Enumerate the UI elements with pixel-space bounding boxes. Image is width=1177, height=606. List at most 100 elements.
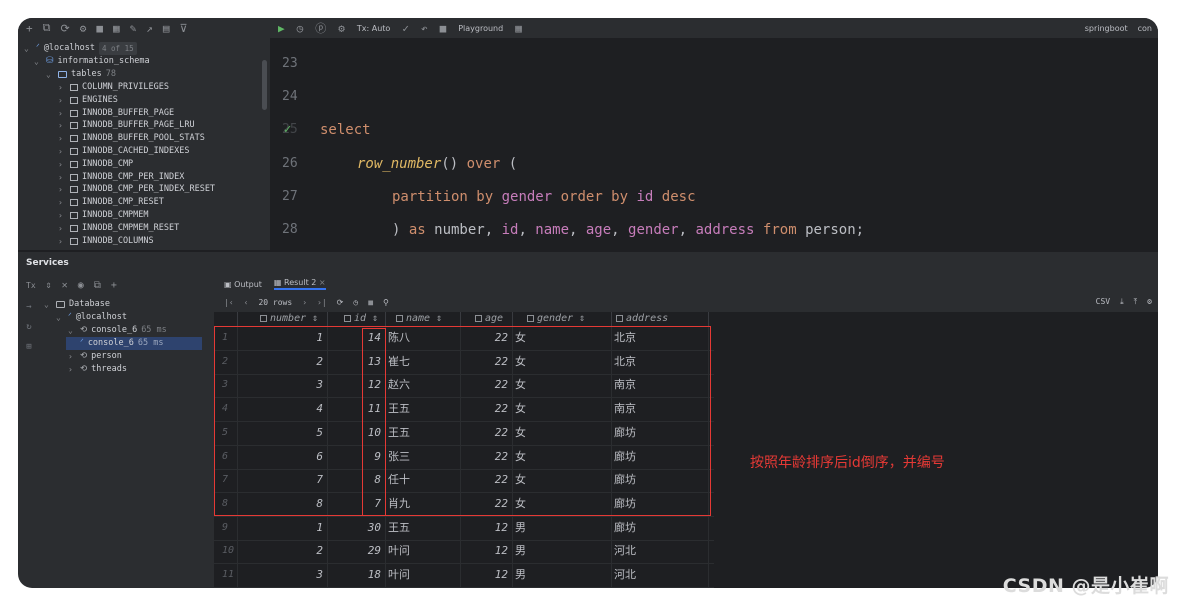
header-gender[interactable]: gender ⇕ bbox=[513, 312, 612, 326]
jump-icon[interactable]: ↗ bbox=[146, 22, 153, 35]
panel-divider[interactable] bbox=[18, 250, 1158, 252]
svc-node-database[interactable]: ⌄ Database bbox=[44, 298, 110, 311]
cell-gender[interactable]: 女 bbox=[513, 349, 612, 374]
tab-output[interactable]: ▣ Output bbox=[224, 280, 262, 289]
refresh-icon[interactable]: ⟳ bbox=[60, 22, 69, 35]
result-grid[interactable]: number ⇕ id ⇕ name ⇕ age gender ⇕ addres… bbox=[214, 312, 1158, 588]
cell-name[interactable]: 叶问 bbox=[386, 539, 461, 564]
chevron-right-icon[interactable]: › bbox=[68, 350, 76, 363]
cell-name[interactable]: 陈八 bbox=[386, 326, 461, 350]
tab-result[interactable]: ▦ Result 2 × bbox=[273, 278, 326, 290]
cell-address[interactable]: 河北 bbox=[612, 539, 709, 564]
history-icon[interactable]: ◷ bbox=[353, 298, 358, 307]
cell-number[interactable]: 4 bbox=[238, 397, 328, 422]
settings-icon[interactable]: ⚙ bbox=[80, 22, 87, 35]
svc-node-threads[interactable]: › ⟲ threads bbox=[68, 363, 127, 376]
cell-gender[interactable]: 女 bbox=[513, 397, 612, 422]
cell-gender[interactable]: 男 bbox=[513, 515, 612, 540]
export-format-dropdown[interactable]: CSV bbox=[1096, 297, 1110, 307]
cell-id[interactable]: 8 bbox=[328, 468, 386, 493]
cell-gender[interactable]: 女 bbox=[513, 468, 612, 493]
cell-gender[interactable]: 男 bbox=[513, 539, 612, 564]
chevron-right-icon[interactable]: › bbox=[58, 209, 66, 222]
chevron-right-icon[interactable]: › bbox=[58, 183, 66, 196]
chevron-right-icon[interactable]: › bbox=[58, 196, 66, 209]
cell-age[interactable]: 22 bbox=[461, 397, 513, 422]
cell-name[interactable]: 王五 bbox=[386, 515, 461, 540]
chevron-down-icon[interactable]: ⌄ bbox=[56, 311, 64, 324]
cell-age[interactable]: 22 bbox=[461, 468, 513, 493]
tree-node-table[interactable]: › INNODB_CMP_PER_INDEX_RESET bbox=[58, 183, 215, 196]
cell-address[interactable]: 南京 bbox=[612, 373, 709, 398]
cell-address[interactable]: 南京 bbox=[612, 397, 709, 422]
run-icon[interactable]: ▶ bbox=[278, 22, 285, 35]
layout-icon[interactable]: ▤ bbox=[163, 22, 170, 35]
cell-address[interactable]: 廊坊 bbox=[612, 420, 709, 445]
header-id[interactable]: id ⇕ bbox=[328, 312, 386, 326]
sql-editor[interactable]: 23 24 25✓ select 26 row_number() over ( … bbox=[270, 38, 1158, 250]
tree-node-table[interactable]: › INNODB_BUFFER_PAGE_LRU bbox=[58, 119, 195, 132]
table-row[interactable]: 5 5 10 王五 22 女廊坊 bbox=[214, 420, 714, 446]
cell-id[interactable]: 13 bbox=[328, 349, 386, 374]
stop-icon[interactable]: ■ bbox=[440, 22, 447, 35]
chevron-down-icon[interactable]: ⌄ bbox=[68, 324, 76, 337]
table-row[interactable]: 1 1 14 陈八 22 女北京 bbox=[214, 326, 714, 351]
add-service-icon[interactable]: + bbox=[111, 280, 117, 291]
history-icon[interactable]: ◷ bbox=[297, 22, 304, 35]
svc-node-console-item[interactable]: ᐟ console_6 65 ms bbox=[66, 337, 202, 350]
cell-address[interactable]: 廊坊 bbox=[612, 515, 709, 540]
header-name[interactable]: name ⇕ bbox=[386, 312, 461, 326]
prev-page-icon[interactable]: ‹ bbox=[244, 298, 249, 307]
tree-node-table[interactable]: › INNODB_COLUMNS bbox=[58, 235, 154, 248]
cell-age[interactable]: 22 bbox=[461, 373, 513, 398]
cell-gender[interactable]: 女 bbox=[513, 444, 612, 469]
chevron-right-icon[interactable]: › bbox=[58, 107, 66, 120]
cell-id[interactable]: 10 bbox=[328, 420, 386, 445]
playground-dropdown[interactable]: Playground bbox=[458, 24, 503, 33]
cell-number[interactable]: 2 bbox=[238, 539, 328, 564]
cell-id[interactable]: 7 bbox=[328, 491, 386, 516]
header-age[interactable]: age bbox=[461, 312, 513, 326]
cell-address[interactable]: 河北 bbox=[612, 563, 709, 587]
chevron-right-icon[interactable]: › bbox=[58, 145, 66, 158]
tree-node-table[interactable]: › INNODB_CMP_RESET bbox=[58, 196, 164, 209]
tree-node-table[interactable]: › ENGINES bbox=[58, 94, 118, 107]
explain-icon[interactable]: ⓟ bbox=[315, 20, 326, 36]
table-row[interactable]: 7 7 8 任十 22 女廊坊 bbox=[214, 468, 714, 494]
cell-name[interactable]: 王五 bbox=[386, 397, 461, 422]
expand-icon[interactable]: ⇕ bbox=[46, 280, 52, 291]
svc-node-person[interactable]: › ⟲ person bbox=[68, 350, 122, 363]
rows-dropdown[interactable]: 20 rows bbox=[258, 298, 292, 307]
cell-number[interactable]: 5 bbox=[238, 420, 328, 445]
cell-id[interactable]: 14 bbox=[328, 326, 386, 350]
tx-mode-dropdown[interactable]: Tx: Auto bbox=[357, 24, 390, 33]
cell-age[interactable]: 12 bbox=[461, 539, 513, 564]
table-row[interactable]: 10 2 29 叶问 12 男河北 bbox=[214, 539, 714, 565]
header-number[interactable]: number ⇕ bbox=[238, 312, 328, 326]
cell-id[interactable]: 12 bbox=[328, 373, 386, 398]
cell-gender[interactable]: 女 bbox=[513, 491, 612, 516]
chevron-right-icon[interactable]: › bbox=[58, 171, 66, 184]
cell-number[interactable]: 6 bbox=[238, 444, 328, 469]
cell-name[interactable]: 肖九 bbox=[386, 491, 461, 516]
table-row[interactable]: 4 4 11 王五 22 女南京 bbox=[214, 397, 714, 423]
tree-node-host[interactable]: ⌄ ᐟ @localhost 4 of 15 bbox=[24, 42, 137, 55]
chevron-down-icon[interactable]: ⌄ bbox=[34, 55, 42, 68]
edit-icon[interactable]: ✎ bbox=[130, 22, 137, 35]
add-icon[interactable]: + bbox=[26, 22, 33, 35]
reload-icon[interactable]: ⟳ bbox=[337, 298, 344, 307]
cell-age[interactable]: 22 bbox=[461, 349, 513, 374]
stop-icon[interactable]: ■ bbox=[368, 298, 373, 307]
sort-icon[interactable]: ⇕ bbox=[436, 313, 442, 324]
cell-age[interactable]: 22 bbox=[461, 420, 513, 445]
cell-name[interactable]: 叶问 bbox=[386, 563, 461, 587]
sort-icon[interactable]: ⇕ bbox=[372, 313, 378, 324]
tree-node-table[interactable]: › INNODB_CMPMEM_RESET bbox=[58, 222, 179, 235]
table-icon[interactable]: ▦ bbox=[113, 22, 120, 35]
chevron-right-icon[interactable]: › bbox=[68, 363, 76, 376]
sort-icon[interactable]: ⇕ bbox=[312, 313, 318, 324]
cell-id[interactable]: 30 bbox=[328, 515, 386, 540]
cell-address[interactable]: 廊坊 bbox=[612, 444, 709, 469]
cell-gender[interactable]: 女 bbox=[513, 373, 612, 398]
tree-node-table[interactable]: › INNODB_BUFFER_PAGE bbox=[58, 107, 174, 120]
